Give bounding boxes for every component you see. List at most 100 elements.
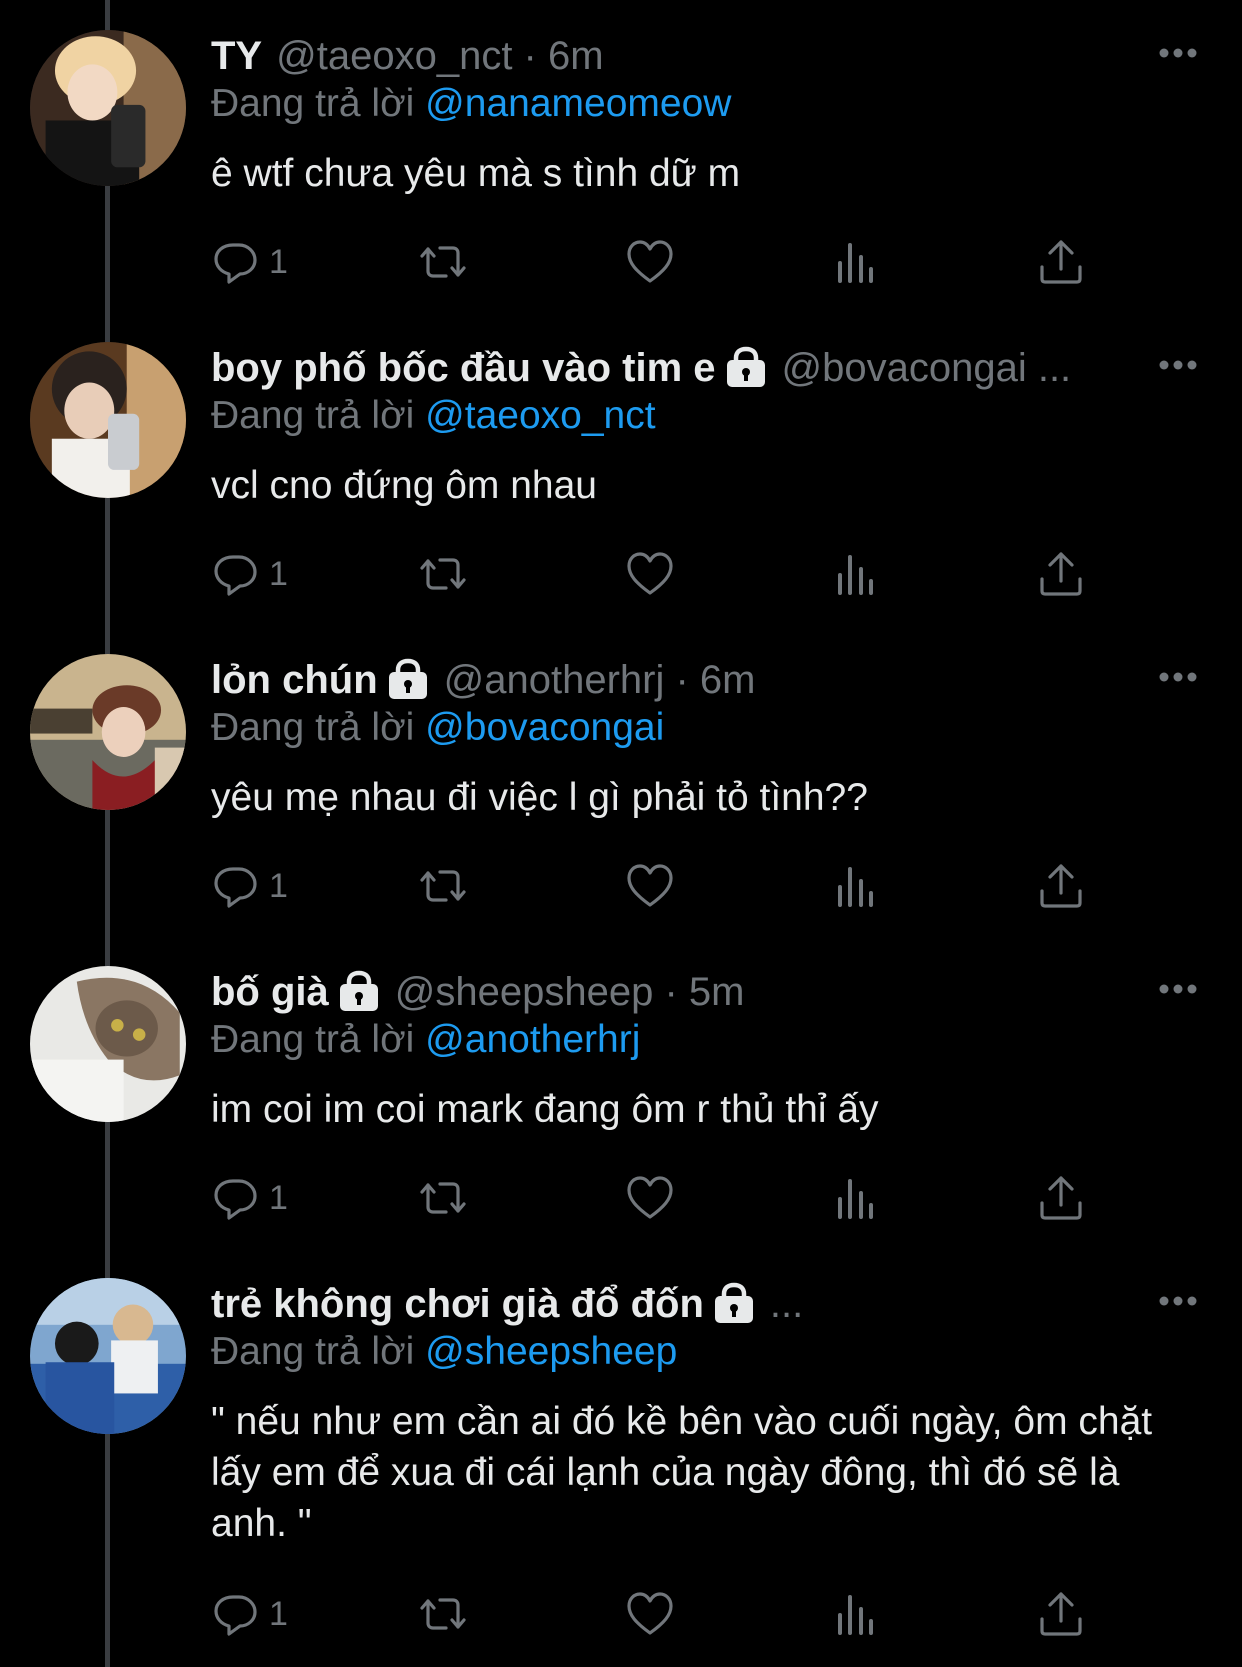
display-name[interactable]: lỏn chún: [211, 658, 378, 703]
tweet-text: vcl cno đứng ôm nhau: [211, 464, 598, 507]
display-name[interactable]: boy phố bốc đầu vào tim e: [211, 346, 716, 391]
views-bar-chart-icon: [838, 1595, 873, 1635]
handle-and-time[interactable]: ...: [770, 1282, 803, 1327]
lock-icon: [339, 970, 378, 1011]
views-button[interactable]: [831, 544, 881, 604]
like-button[interactable]: [625, 544, 675, 604]
replying-to-mention[interactable]: @nanameomeow: [425, 82, 731, 125]
avatar-photo: [30, 1278, 186, 1434]
reply-count: 1: [269, 242, 288, 281]
share-button[interactable]: [1036, 544, 1086, 604]
replying-to: Đang trả lời @bovacongai: [211, 706, 664, 750]
retweet-icon: [420, 558, 466, 590]
handle-and-time[interactable]: @taeoxo_nct · 6m: [276, 34, 603, 79]
retweet-button[interactable]: [418, 1584, 468, 1644]
avatar-photo: [30, 654, 186, 810]
avatar[interactable]: [30, 342, 186, 498]
share-button[interactable]: [1036, 856, 1086, 916]
retweet-icon: [420, 246, 466, 278]
reply-button[interactable]: 1: [211, 1168, 288, 1228]
more-dots-icon[interactable]: [1158, 358, 1198, 372]
more-dots-icon[interactable]: [1158, 670, 1198, 684]
handle-and-time[interactable]: @sheepsheep · 5m: [395, 970, 745, 1015]
display-name[interactable]: TY: [211, 34, 262, 79]
share-upload-icon: [1040, 1176, 1082, 1220]
replying-to-label: Đang trả lời: [211, 1018, 415, 1061]
views-bar-chart-icon: [838, 1179, 873, 1219]
avatar[interactable]: [30, 30, 186, 186]
share-upload-icon: [1040, 864, 1082, 908]
avatar-photo: [30, 342, 186, 498]
like-button[interactable]: [625, 1168, 675, 1228]
views-button[interactable]: [831, 232, 881, 292]
retweet-button[interactable]: [418, 856, 468, 916]
avatar[interactable]: [30, 654, 186, 810]
heart-icon: [627, 1176, 673, 1219]
avatar[interactable]: [30, 1278, 186, 1434]
tweet-header: lỏn chún @anotherhrj · 6m: [211, 652, 1141, 708]
lock-icon: [388, 658, 427, 699]
retweet-button[interactable]: [418, 544, 468, 604]
replying-to-label: Đang trả lời: [211, 82, 415, 125]
replying-to-mention[interactable]: @sheepsheep: [425, 1330, 677, 1373]
handle-and-time[interactable]: @anotherhrj · 6m: [444, 658, 756, 703]
heart-icon: [627, 240, 673, 283]
handle-and-time[interactable]: @bovacongai ...: [782, 346, 1072, 391]
views-bar-chart-icon: [838, 555, 873, 595]
tweet[interactable]: lỏn chún @anotherhrj · 6m Đang trả lời @…: [0, 624, 1242, 936]
share-button[interactable]: [1036, 1584, 1086, 1644]
reply-button[interactable]: 1: [211, 544, 288, 604]
replying-to-label: Đang trả lời: [211, 1330, 415, 1373]
retweet-button[interactable]: [418, 232, 468, 292]
retweet-icon: [420, 1598, 466, 1630]
tweet-actions: 1: [0, 1584, 1242, 1644]
views-bar-chart-icon: [838, 867, 873, 907]
replying-to-mention[interactable]: @taeoxo_nct: [425, 394, 655, 437]
tweet-header: TY @taeoxo_nct · 6m: [211, 28, 1141, 84]
avatar-photo: [30, 30, 186, 186]
replying-to: Đang trả lời @nanameomeow: [211, 82, 731, 126]
reply-button[interactable]: 1: [211, 856, 288, 916]
retweet-icon: [420, 1182, 466, 1214]
reply-button[interactable]: 1: [211, 1584, 288, 1644]
replying-to-mention[interactable]: @anotherhrj: [425, 1018, 640, 1061]
like-button[interactable]: [625, 856, 675, 916]
more-dots-icon[interactable]: [1158, 982, 1198, 996]
like-button[interactable]: [625, 1584, 675, 1644]
tweet-actions: 1: [0, 544, 1242, 604]
tweet-actions: 1: [0, 1168, 1242, 1228]
reply-bubble-icon: [214, 1595, 257, 1636]
replying-to-label: Đang trả lời: [211, 706, 415, 749]
reply-bubble-icon: [214, 243, 257, 284]
views-button[interactable]: [831, 1584, 881, 1644]
share-upload-icon: [1040, 1592, 1082, 1636]
reply-bubble-icon: [214, 867, 257, 908]
tweet-header: bố già @sheepsheep · 5m: [211, 964, 1141, 1020]
replying-to: Đang trả lời @anotherhrj: [211, 1018, 640, 1062]
retweet-button[interactable]: [418, 1168, 468, 1228]
tweet-actions: 1: [0, 856, 1242, 916]
replying-to-mention[interactable]: @bovacongai: [425, 706, 664, 749]
reply-button[interactable]: 1: [211, 232, 288, 292]
tweet[interactable]: boy phố bốc đầu vào tim e @bovacongai ..…: [0, 312, 1242, 624]
heart-icon: [627, 864, 673, 907]
display-name[interactable]: bố già: [211, 970, 329, 1015]
reply-count: 1: [269, 554, 288, 593]
tweet-text: yêu mẹ nhau đi việc l gì phải tỏ tình??: [211, 776, 868, 819]
tweet-text: im coi im coi mark đang ôm r thủ thỉ ấy: [211, 1088, 879, 1131]
avatar[interactable]: [30, 966, 186, 1122]
views-button[interactable]: [831, 1168, 881, 1228]
tweet[interactable]: trẻ không chơi già đổ đốn ... Đang trả l…: [0, 1248, 1242, 1667]
more-dots-icon[interactable]: [1158, 46, 1198, 60]
tweet[interactable]: TY @taeoxo_nct · 6m Đang trả lời @naname…: [0, 0, 1242, 312]
more-dots-icon[interactable]: [1158, 1294, 1198, 1308]
display-name[interactable]: trẻ không chơi già đổ đốn: [211, 1282, 704, 1327]
views-button[interactable]: [831, 856, 881, 916]
share-upload-icon: [1040, 552, 1082, 596]
share-button[interactable]: [1036, 232, 1086, 292]
tweet[interactable]: bố già @sheepsheep · 5m Đang trả lời @an…: [0, 936, 1242, 1248]
share-button[interactable]: [1036, 1168, 1086, 1228]
tweet-header: boy phố bốc đầu vào tim e @bovacongai ..…: [211, 340, 1141, 396]
like-button[interactable]: [625, 232, 675, 292]
reply-bubble-icon: [214, 555, 257, 596]
